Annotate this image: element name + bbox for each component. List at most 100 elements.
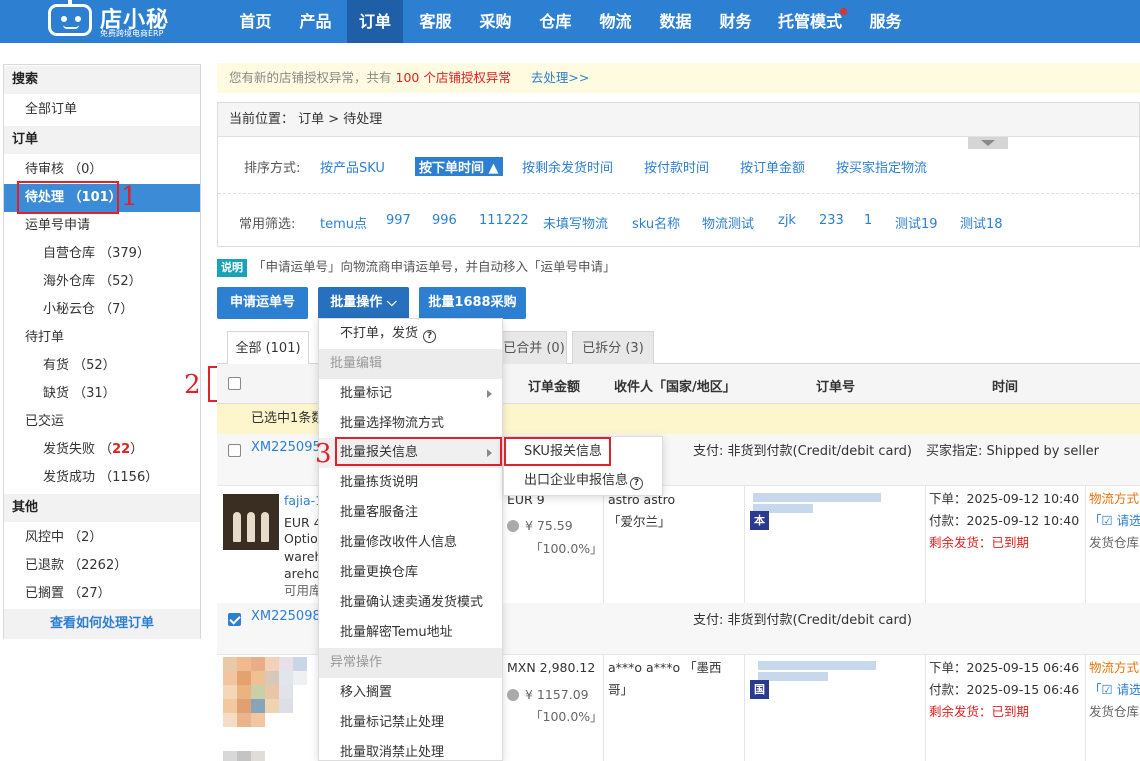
blurred-thumbnail [223,657,237,671]
blurred-thumbnail [265,699,279,713]
menu-batch-mark-forbid[interactable]: 批量标记禁止处理 [319,708,502,738]
sort-by-remaining-time[interactable]: 按剩余发货时间 [522,157,613,176]
menu-batch-cs-note[interactable]: 批量客服备注 [319,498,502,528]
col-recipient: 收件人「国家/地区」 [614,380,736,395]
filter-test19[interactable]: 测试19 [895,213,938,232]
blurred-thumbnail [251,685,265,699]
blurred-thumbnail [251,751,265,761]
filter-233[interactable]: 233 [819,213,844,228]
nav-warehouse[interactable]: 仓库 [528,0,583,43]
filter-997[interactable]: 997 [386,213,411,228]
sort-by-buyer-logistics[interactable]: 按买家指定物流 [836,157,927,176]
filter-no-logistics[interactable]: 未填写物流 [543,213,608,232]
ship-failed-close: ） [130,442,144,457]
submenu-export-declare[interactable]: 出口企业申报信息? [504,467,662,495]
batch-operations-menu: 不打单，发货? 批量编辑 批量标记 批量选择物流方式 批量报关信息 批量拣货说明… [318,318,503,761]
blurred-thumbnail [237,699,251,713]
batch-operations-button[interactable]: 批量操作 ⌵ [318,287,409,319]
menu-batch-logistics[interactable]: 批量选择物流方式 [319,409,502,439]
product-thumbnail[interactable] [223,494,279,550]
sidebar-item-pending-review[interactable]: 待审核 （0） [4,156,200,184]
ship-failed-label: 发货失败 （ [43,442,113,457]
menu-group-exception: 异常操作 [319,648,502,678]
sort-by-amount[interactable]: 按订单金额 [740,157,805,176]
filter-logistics-test[interactable]: 物流测试 [702,213,754,232]
menu-batch-mark[interactable]: 批量标记 [319,379,502,409]
col-divider [603,655,604,761]
filter-test18[interactable]: 测试18 [960,213,1003,232]
sidebar-item-overseas-warehouse[interactable]: 海外仓库 （52） [4,268,200,296]
sidebar-item-own-warehouse[interactable]: 自营仓库 （379） [4,240,200,268]
batch-1688-purchase-button[interactable]: 批量1688采购 [419,287,526,319]
order-checkbox[interactable] [228,613,241,626]
blurred-thumbnail [265,671,279,685]
nav-home[interactable]: 首页 [228,0,283,43]
order-percent: 「100.0%」 [530,541,603,556]
brand-logo[interactable]: 店小秘 免费跨境电商ERP [48,0,178,40]
sidebar-help-link[interactable]: 查看如何处理订单 [4,609,200,639]
blurred-thumbnail [279,699,293,713]
sidebar-item-risk[interactable]: 风控中 （2） [4,524,200,552]
filter-temu[interactable]: temu点 [320,213,367,232]
sidebar-item-waybill-apply[interactable]: 运单号申请 [4,212,200,240]
notice-action-link[interactable]: 去处理>> [531,70,589,85]
filter-111222[interactable]: 111222 [479,213,529,228]
recipient-country: 「墨西 [684,660,722,675]
filter-zjk[interactable]: zjk [778,213,796,228]
nav-customer-service[interactable]: 客服 [408,0,463,43]
nav-products[interactable]: 产品 [288,0,343,43]
collapse-toggle[interactable] [968,137,1008,149]
order-checkbox[interactable] [228,444,241,457]
order-rmb-value: ¥ 75.59 [525,518,573,533]
menu-batch-cancel-forbid[interactable]: 批量取消禁止处理 [319,738,502,761]
nav-orders[interactable]: 订单 [347,0,403,43]
menu-no-print-ship[interactable]: 不打单，发货? [319,319,502,349]
help-icon[interactable]: ? [630,477,644,490]
select-logistics-link[interactable]: 「☑ 请选 [1089,510,1140,532]
select-all-checkbox[interactable] [228,377,241,390]
explain-tag: 说明 [217,259,247,277]
tab-split[interactable]: 已拆分 (3) [572,331,654,364]
select-logistics-link[interactable]: 「☑ 请选 [1089,679,1140,701]
blurred-thumbnail [265,685,279,699]
nav-finance[interactable]: 财务 [708,0,763,43]
sidebar-item-in-stock[interactable]: 有货 （52） [4,352,200,380]
menu-batch-edit-recipient[interactable]: 批量修改收件人信息 [319,528,502,558]
menu-batch-pick-note[interactable]: 批量拣货说明 [319,468,502,498]
coin-icon [507,689,519,701]
menu-batch-confirm-express[interactable]: 批量确认速卖通发货模式 [319,588,502,618]
sort-by-order-time[interactable]: 按下单时间 ▲ [415,157,503,176]
sidebar-item-to-print[interactable]: 待打单 [4,324,200,352]
filter-996[interactable]: 996 [432,213,457,228]
apply-waybill-button[interactable]: 申请运单号 [217,287,308,319]
filter-1[interactable]: 1 [864,213,872,228]
filter-sku-name[interactable]: sku名称 [632,213,680,232]
sidebar-item-shipped[interactable]: 已交运 [4,408,200,436]
sidebar-item-ship-failed[interactable]: 发货失败 （22） [4,436,200,464]
nav-logistics[interactable]: 物流 [588,0,643,43]
menu-batch-decrypt-temu[interactable]: 批量解密Temu地址 [319,618,502,648]
nav-purchase[interactable]: 采购 [468,0,523,43]
nav-data[interactable]: 数据 [648,0,703,43]
sort-by-pay-time[interactable]: 按付款时间 [644,157,709,176]
tab-merged[interactable]: 已合并 (0) [501,331,567,364]
blurred-thumbnail [237,713,251,727]
coin-icon [507,520,519,532]
top-nav: 店小秘 免费跨境电商ERP 首页 产品 订单 客服 采购 仓库 物流 数据 财务… [0,0,1140,43]
order-percent: 「100.0%」 [530,709,603,724]
sidebar-item-out-of-stock[interactable]: 缺货 （31） [4,380,200,408]
tab-all[interactable]: 全部 (101) [227,331,309,364]
order-amount: MXN 2,980.12 [507,660,596,675]
menu-batch-change-warehouse[interactable]: 批量更换仓库 [319,558,502,588]
help-icon[interactable]: ? [423,330,437,343]
sidebar-item-all-orders[interactable]: 全部订单 [4,96,200,124]
menu-move-shelved[interactable]: 移入搁置 [319,678,502,708]
sidebar-item-xiaomi-cloud[interactable]: 小秘云仓 （7） [4,296,200,324]
nav-services[interactable]: 服务 [858,0,913,43]
sidebar-item-ship-success[interactable]: 发货成功 （1156） [4,464,200,492]
notification-dot [840,8,847,15]
sidebar-item-shelved[interactable]: 已搁置 （27） [4,580,200,608]
nav-hosting-mode[interactable]: 托管模式 [772,0,848,43]
sidebar-item-refunded[interactable]: 已退款 （2262） [4,552,200,580]
sort-by-sku[interactable]: 按产品SKU [320,157,385,176]
